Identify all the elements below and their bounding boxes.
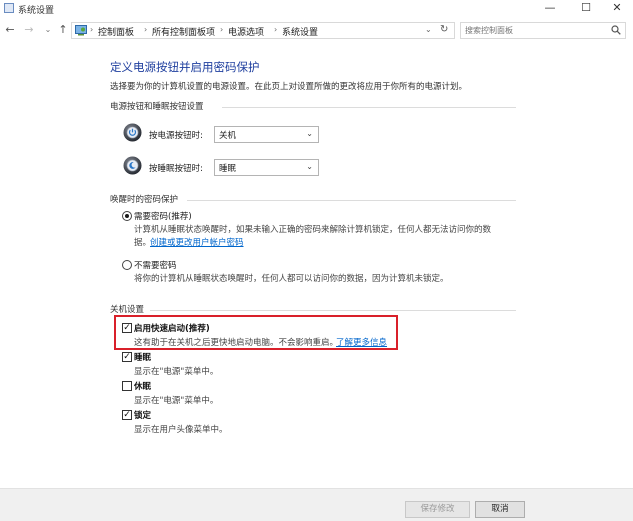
fast-startup-description: 这有助于在关机之后更快地启动电脑。不会影响重启。 [134,338,339,348]
require-password-description-cont: 据。 [134,238,152,248]
window-title: 系统设置 [18,6,55,16]
sleep-button-icon [123,156,142,175]
breadcrumb-separator-icon: › [274,25,278,34]
up-arrow-icon[interactable]: ↑ [56,23,70,37]
forward-icon[interactable]: → [22,23,36,37]
require-password-description: 计算机从睡眠状态唤醒时，如果未输入正确的密码来解除计算机锁定，任何人都无法访问你… [134,225,492,235]
no-password-description: 将你的计算机从睡眠状态唤醒时，任何人都可以访问你的数据，因为计算机未锁定。 [134,274,449,284]
page-subtitle: 选择要为你的计算机设置的电源设置。在此页上对设置所做的更改将应用于你所有的电源计… [110,82,468,92]
refresh-icon[interactable]: ↻ [440,24,448,35]
minimize-button[interactable]: — [532,0,568,17]
save-changes-button[interactable]: 保存修改 [405,501,470,518]
address-chevron-down-icon[interactable]: ⌄ [425,25,432,34]
power-button-action-select[interactable]: 关机 ⌄ [214,126,319,143]
fast-startup-checkbox[interactable]: ✓ [122,323,132,333]
lock-description: 显示在用户头像菜单中。 [134,425,228,435]
lock-label[interactable]: 锁定 [134,409,151,421]
hibernate-description: 显示在"电源"菜单中。 [134,396,219,406]
address-bar[interactable]: › 控制面板 › 所有控制面板项 › 电源选项 › 系统设置 ⌄ ↻ [71,22,455,39]
search-icon[interactable] [611,25,621,35]
fast-startup-label[interactable]: 启用快速启动(推荐) [134,322,210,334]
power-button-label: 按电源按钮时: [149,131,203,141]
chevron-down-icon: ⌄ [306,129,313,138]
breadcrumb-power-options[interactable]: 电源选项 [228,25,264,38]
wake-password-section-title: 唤醒时的密码保护 [110,195,179,205]
window-app-icon [4,3,14,13]
footer-bar: 保存修改 取消 [0,488,633,521]
section-divider [150,310,516,311]
breadcrumb-separator-icon: › [144,25,148,34]
sleep-button-action-value: 睡眠 [219,164,237,174]
lock-checkbox[interactable]: ✓ [122,410,132,420]
breadcrumb-separator-icon: › [220,25,224,34]
breadcrumb-system-settings[interactable]: 系统设置 [282,25,318,38]
require-password-label[interactable]: 需要密码(推荐) [134,210,192,222]
control-panel-icon [75,25,87,36]
close-button[interactable]: ✕ [599,0,633,17]
sleep-button-label: 按睡眠按钮时: [149,164,203,174]
power-button-action-value: 关机 [219,131,237,141]
page-title: 定义电源按钮并启用密码保护 [110,60,260,74]
no-password-radio[interactable] [122,260,132,270]
hibernate-label[interactable]: 休眠 [134,380,151,392]
chevron-down-icon: ⌄ [306,162,313,171]
sleep-description: 显示在"电源"菜单中。 [134,367,219,377]
cancel-button[interactable]: 取消 [475,501,525,518]
sleep-button-action-select[interactable]: 睡眠 ⌄ [214,159,319,176]
title-bar: 系统设置 — ☐ ✕ [0,0,633,17]
no-password-label[interactable]: 不需要密码 [134,259,177,271]
sleep-label[interactable]: 睡眠 [134,351,151,363]
shutdown-section-title: 关机设置 [110,305,145,315]
hibernate-checkbox[interactable] [122,381,132,391]
address-row: ← → ⌄ ↑ › 控制面板 › 所有控制面板项 › 电源选项 › 系统设置 ⌄… [0,18,633,44]
power-button-icon [123,123,142,142]
search-input[interactable] [461,23,601,38]
require-password-radio[interactable] [122,211,132,221]
section-divider [222,107,516,108]
learn-more-link[interactable]: 了解更多信息 [336,336,387,348]
breadcrumb-separator-icon: › [90,25,94,34]
search-box [460,22,626,39]
breadcrumb-control-panel[interactable]: 控制面板 [98,25,134,38]
back-icon[interactable]: ← [3,23,17,37]
section-divider [187,200,516,201]
power-buttons-section-title: 电源按钮和睡眠按钮设置 [110,102,204,112]
recent-locations-chevron-down-icon[interactable]: ⌄ [41,23,55,37]
create-change-password-link[interactable]: 创建或更改用户帐户密码 [150,236,244,248]
sleep-checkbox[interactable]: ✓ [122,352,132,362]
breadcrumb-all-items[interactable]: 所有控制面板项 [152,25,215,38]
